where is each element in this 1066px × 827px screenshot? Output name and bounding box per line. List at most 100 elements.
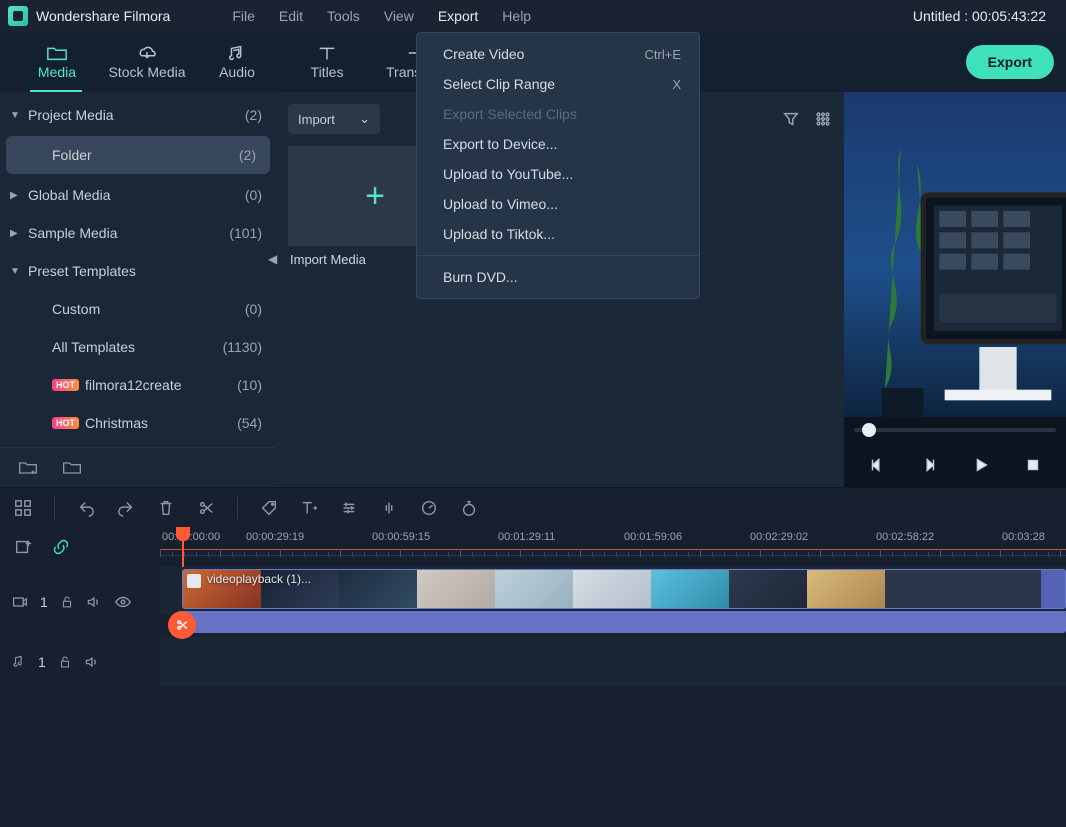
tab-media[interactable]: Media (12, 34, 102, 90)
timeline-ruler[interactable]: 00:00:00:00 00:00:29:19 00:00:59:15 00:0… (160, 527, 1066, 567)
slider-thumb-icon[interactable] (862, 423, 876, 437)
toolbar-separator (237, 497, 238, 519)
audio-track-head: 1 (0, 637, 160, 687)
new-folder-plus-icon[interactable] (18, 459, 38, 477)
video-clip[interactable]: videoplayback (1)... (182, 569, 1066, 609)
tree-project-media[interactable]: ▼Project Media(2) (0, 96, 276, 134)
menu-view[interactable]: View (372, 0, 426, 32)
video-track-lane[interactable]: videoplayback (1)... (160, 567, 1066, 615)
video-track: 1 videoplayback (1)... (0, 567, 1066, 637)
stopwatch-icon[interactable] (460, 499, 478, 517)
tab-stock-media[interactable]: Stock Media (102, 34, 192, 90)
menu-help[interactable]: Help (490, 0, 543, 32)
stop-icon[interactable] (1024, 456, 1042, 474)
track-index-label: 1 (40, 594, 48, 610)
dd-export-selected-clips: Export Selected Clips (417, 99, 699, 129)
tree-all-templates[interactable]: All Templates(1130) (0, 328, 276, 366)
media-tree: ▼Project Media(2) Folder(2) ▶Global Medi… (0, 92, 276, 447)
dd-burn-dvd[interactable]: Burn DVD... (417, 262, 699, 292)
ruler-tools (0, 527, 160, 567)
collapse-panel-icon[interactable]: ◀ (268, 252, 277, 266)
sidebar-footer (0, 447, 276, 487)
menu-edit[interactable]: Edit (267, 0, 315, 32)
text-icon (316, 44, 338, 62)
ruler-time-label: 00:00:59:15 (372, 531, 430, 543)
dd-export-to-device[interactable]: Export to Device... (417, 129, 699, 159)
menu-tools[interactable]: Tools (315, 0, 372, 32)
tree-folder[interactable]: Folder(2) (6, 136, 270, 174)
tree-global-media[interactable]: ▶Global Media(0) (0, 176, 276, 214)
tree-christmas[interactable]: HOTChristmas(54) (0, 404, 276, 442)
dd-select-clip-range[interactable]: Select Clip RangeX (417, 69, 699, 99)
menu-export[interactable]: Export (426, 0, 490, 32)
link-icon[interactable] (52, 538, 70, 556)
tag-icon[interactable] (260, 499, 278, 517)
lock-icon[interactable] (60, 595, 74, 609)
tree-sample-media[interactable]: ▶Sample Media(101) (0, 214, 276, 252)
split-marker-icon[interactable] (168, 611, 196, 639)
hot-badge: HOT (52, 417, 79, 429)
caret-down-icon: ▼ (10, 266, 20, 277)
mute-icon[interactable] (86, 594, 102, 610)
preview-panel (844, 92, 1066, 487)
toolbar-separator (54, 497, 55, 519)
linked-audio-clip[interactable] (182, 611, 1066, 633)
delete-icon[interactable] (157, 499, 175, 517)
playhead-handle[interactable] (176, 527, 190, 541)
dd-upload-vimeo[interactable]: Upload to Vimeo... (417, 189, 699, 219)
tree-custom[interactable]: Custom(0) (0, 290, 276, 328)
lock-icon[interactable] (58, 655, 72, 669)
video-track-head: 1 (0, 567, 160, 637)
add-track-icon[interactable] (14, 538, 32, 556)
mute-icon[interactable] (84, 654, 100, 670)
menu-file[interactable]: File (220, 0, 267, 32)
sliders-icon[interactable] (340, 499, 358, 517)
timeline-ruler-row: 00:00:00:00 00:00:29:19 00:00:59:15 00:0… (0, 527, 1066, 567)
media-sidebar: ▼Project Media(2) Folder(2) ▶Global Medi… (0, 92, 276, 487)
dd-upload-youtube[interactable]: Upload to YouTube... (417, 159, 699, 189)
tree-preset-templates[interactable]: ▼Preset Templates (0, 252, 276, 290)
import-dropdown[interactable]: Import⌄ (288, 104, 380, 134)
video-track-icon[interactable] (12, 594, 28, 610)
tab-audio-label: Audio (219, 64, 255, 80)
frame-forward-icon[interactable] (920, 456, 938, 474)
grid-view-icon[interactable] (814, 110, 832, 128)
eye-icon[interactable] (114, 593, 132, 611)
folder-icon[interactable] (62, 459, 82, 477)
apps-icon[interactable] (14, 499, 32, 517)
tab-stock-label: Stock Media (108, 64, 185, 80)
speed-icon[interactable] (420, 499, 438, 517)
preview-viewport (844, 92, 1066, 417)
tab-media-label: Media (38, 64, 76, 80)
filter-icon[interactable] (782, 110, 800, 128)
preview-transport (844, 417, 1066, 487)
clip-title-label: videoplayback (1)... (207, 572, 311, 586)
dd-upload-tiktok[interactable]: Upload to Tiktok... (417, 219, 699, 249)
tab-titles-label: Titles (311, 64, 344, 80)
tab-audio[interactable]: Audio (192, 34, 282, 90)
tree-filmora12create[interactable]: HOTfilmora12create(10) (0, 366, 276, 404)
ruler-time-label: 00:02:58:22 (876, 531, 934, 543)
split-scissors-icon[interactable] (197, 499, 215, 517)
undo-icon[interactable] (77, 499, 95, 517)
monitor-decor-icon (918, 172, 1066, 417)
ruler-time-label: 00:03:28 (1002, 531, 1045, 543)
tab-titles[interactable]: Titles (282, 34, 372, 90)
dropdown-separator (417, 255, 699, 256)
export-button[interactable]: Export (966, 45, 1054, 79)
redo-icon[interactable] (117, 499, 135, 517)
audio-wave-icon[interactable] (380, 499, 398, 517)
track-index-label: 1 (38, 654, 46, 670)
chevron-down-icon: ⌄ (359, 111, 370, 127)
ruler-time-label: 00:02:29:02 (750, 531, 808, 543)
dd-create-video[interactable]: Create VideoCtrl+E (417, 39, 699, 69)
preview-seek-slider[interactable] (844, 417, 1066, 443)
frame-back-icon[interactable] (868, 456, 886, 474)
cloud-download-icon (136, 44, 158, 62)
text-plus-icon[interactable] (300, 499, 318, 517)
caret-right-icon: ▶ (10, 190, 18, 201)
audio-track-lane[interactable] (160, 637, 1066, 687)
music-track-icon[interactable] (12, 655, 26, 669)
play-icon[interactable] (972, 456, 990, 474)
caret-right-icon: ▶ (10, 228, 18, 239)
